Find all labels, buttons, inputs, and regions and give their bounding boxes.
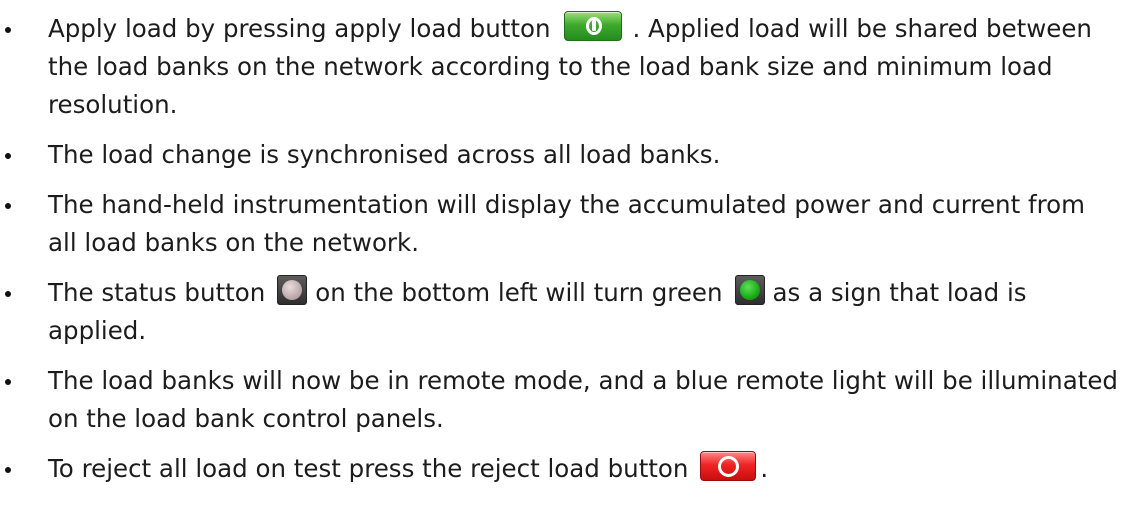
status-grey-icon	[277, 275, 308, 305]
bullet-icon	[5, 27, 11, 33]
item-text: on the bottom left will turn green	[315, 278, 723, 307]
item-text: The hand-held instrumentation will displ…	[48, 190, 1085, 257]
list-item: To reject all load on test press the rej…	[0, 450, 1134, 488]
list-item: The load banks will now be in remote mod…	[0, 362, 1134, 438]
list-item: The hand-held instrumentation will displ…	[0, 186, 1134, 262]
bullet-icon	[5, 379, 11, 385]
bullet-icon	[5, 291, 11, 297]
list-item: The status button on the bottom left will…	[0, 274, 1134, 350]
bullet-icon	[5, 153, 11, 159]
item-text: Apply load by pressing apply load button	[48, 14, 551, 43]
item-text: .	[760, 454, 769, 483]
instruction-list: Apply load by pressing apply load button…	[0, 10, 1134, 488]
bullet-icon	[5, 203, 11, 209]
list-item: Apply load by pressing apply load button…	[0, 10, 1134, 124]
status-green-icon	[734, 275, 765, 305]
list-item: The load change is synchronised across a…	[0, 136, 1134, 174]
reject-load-icon	[700, 451, 757, 481]
item-text: The load banks will now be in remote mod…	[48, 366, 1118, 433]
instruction-document: Apply load by pressing apply load button…	[0, 0, 1134, 530]
item-text: The status button	[48, 278, 266, 307]
item-text: To reject all load on test press the rej…	[48, 454, 689, 483]
apply-load-icon	[564, 11, 623, 41]
item-text: The load change is synchronised across a…	[48, 140, 721, 169]
bullet-icon	[5, 467, 11, 473]
